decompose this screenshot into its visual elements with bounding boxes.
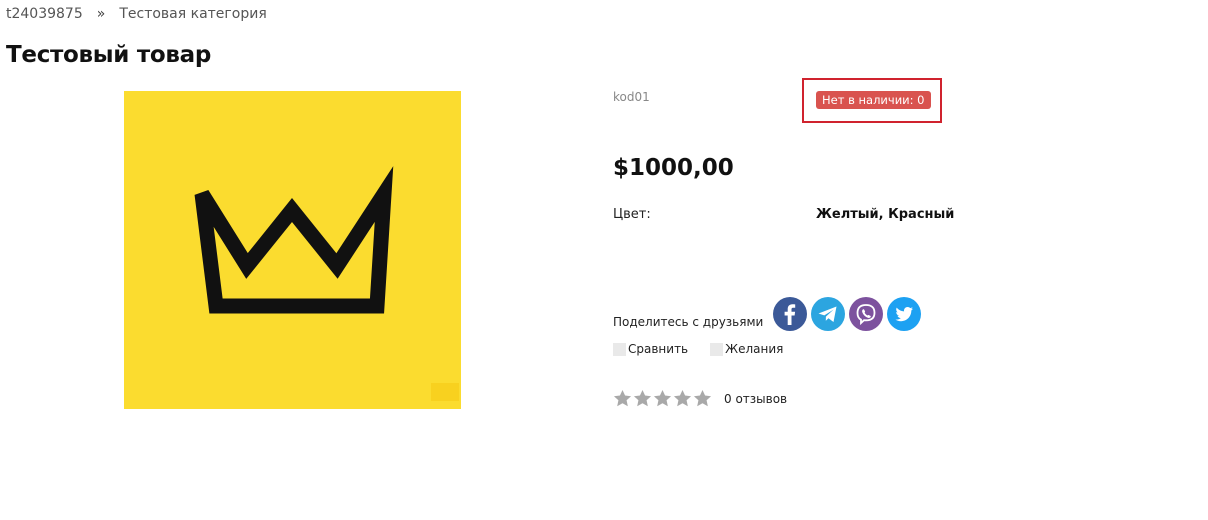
- rating-stars[interactable]: [613, 389, 712, 408]
- stock-status-badge: Нет в наличии: 0: [816, 91, 931, 109]
- compare-icon: [613, 342, 626, 356]
- wishlist-button[interactable]: Желания: [710, 342, 783, 356]
- social-share-buttons: [773, 297, 921, 331]
- crown-icon: [194, 166, 459, 401]
- star-icon: [633, 389, 652, 407]
- wishlist-icon: [710, 342, 724, 356]
- breadcrumb-separator: »: [96, 6, 106, 22]
- telegram-icon[interactable]: [811, 297, 845, 331]
- product-price: $1000,00: [613, 155, 734, 181]
- page-title: Тестовый товар: [6, 42, 212, 68]
- attribute-color-label: Цвет:: [613, 207, 651, 222]
- star-icon: [673, 389, 692, 407]
- compare-label: Сравнить: [628, 342, 689, 356]
- breadcrumb: t24039875 » Тестовая категория: [6, 6, 267, 22]
- wishlist-label: Желания: [725, 342, 784, 356]
- twitter-icon[interactable]: [887, 297, 921, 331]
- reviews-count-link[interactable]: 0 отзывов: [724, 392, 787, 406]
- star-icon: [693, 389, 712, 407]
- product-sku: kod01: [613, 90, 650, 104]
- viber-icon[interactable]: [849, 297, 883, 331]
- breadcrumb-home-link[interactable]: t24039875: [6, 6, 83, 22]
- star-icon: [653, 389, 672, 407]
- compare-button[interactable]: Сравнить: [613, 342, 688, 356]
- facebook-icon[interactable]: [773, 297, 807, 331]
- star-icon: [613, 389, 632, 407]
- product-image[interactable]: [124, 91, 461, 409]
- breadcrumb-category-link[interactable]: Тестовая категория: [119, 6, 266, 22]
- product-actions: Сравнить Желания: [613, 342, 783, 356]
- attribute-color-value: Желтый, Красный: [816, 207, 955, 222]
- product-rating: 0 отзывов: [613, 389, 787, 408]
- stock-highlight: Нет в наличии: 0: [802, 78, 942, 123]
- share-label: Поделитесь с друзьями: [613, 315, 764, 329]
